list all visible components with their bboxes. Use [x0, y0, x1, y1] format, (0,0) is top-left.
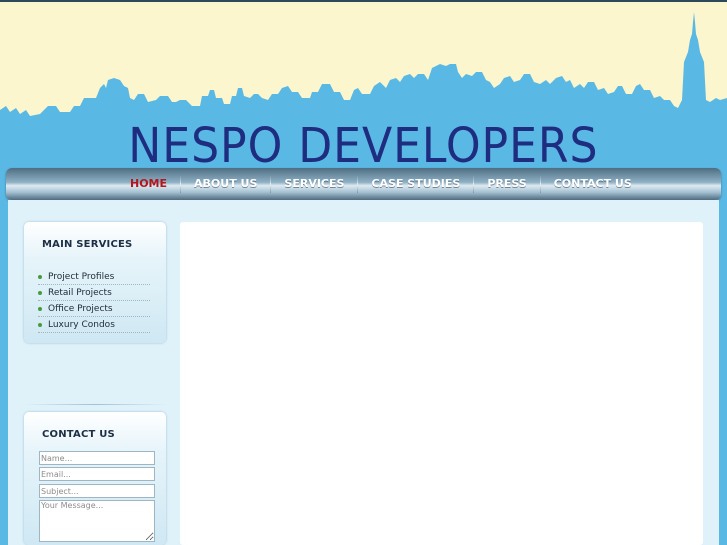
nav-services[interactable]: SERVICES [271, 168, 357, 200]
bullet-dot-icon [38, 322, 42, 327]
site-header: NESPO DEVELOPERS [0, 2, 727, 170]
service-link-label[interactable]: Retail Projects [48, 286, 112, 300]
service-item-retail-projects[interactable]: Retail Projects [38, 285, 150, 301]
nav-about-us[interactable]: ABOUT US [181, 168, 270, 200]
service-link-label[interactable]: Office Projects [48, 302, 113, 316]
service-link-label[interactable]: Project Profiles [48, 270, 114, 284]
site-title: NESPO DEVELOPERS [128, 118, 599, 170]
nav-contact-us[interactable]: CONTACT US [541, 168, 645, 200]
main-services-title: MAIN SERVICES [42, 239, 133, 250]
nav-separator [357, 175, 359, 193]
main-navigation: HOME ABOUT US SERVICES CASE STUDIES PRES… [6, 168, 721, 200]
email-field[interactable] [39, 467, 155, 481]
main-services-box: MAIN SERVICES Project Profiles Retail Pr… [24, 222, 166, 343]
nav-separator [180, 175, 182, 193]
message-field[interactable] [39, 500, 155, 542]
sidebar-divider [24, 404, 166, 405]
nav-case-studies[interactable]: CASE STUDIES [358, 168, 473, 200]
service-item-project-profiles[interactable]: Project Profiles [38, 269, 150, 285]
name-field[interactable] [39, 451, 155, 465]
bullet-dot-icon [38, 306, 42, 311]
nav-separator [270, 175, 272, 193]
main-content-panel [180, 222, 703, 545]
service-item-office-projects[interactable]: Office Projects [38, 301, 150, 317]
bullet-dot-icon [38, 290, 42, 295]
nav-separator [473, 175, 475, 193]
contact-form-box: CONTACT US [24, 412, 166, 545]
nav-home[interactable]: HOME [117, 168, 180, 200]
services-list: Project Profiles Retail Projects Office … [38, 269, 150, 333]
subject-field[interactable] [39, 484, 155, 498]
service-link-label[interactable]: Luxury Condos [48, 318, 115, 332]
contact-us-title: CONTACT US [42, 429, 115, 440]
nav-separator [539, 175, 541, 193]
service-item-luxury-condos[interactable]: Luxury Condos [38, 317, 150, 333]
nav-press[interactable]: PRESS [474, 168, 539, 200]
bullet-dot-icon [38, 274, 42, 279]
